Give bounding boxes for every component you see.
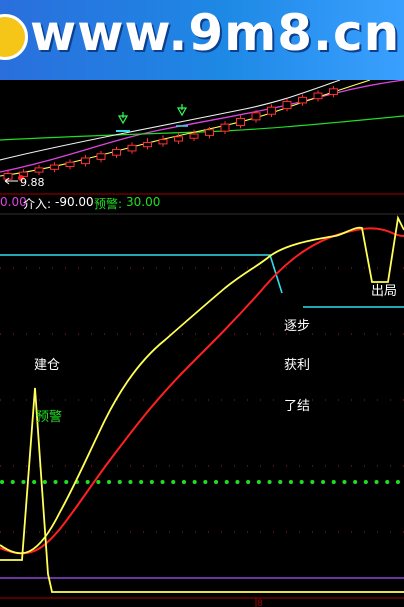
candle-body <box>81 157 90 165</box>
candle-body <box>189 133 199 139</box>
yellow-main-line <box>0 215 404 555</box>
annotation-build-position: 建仓 <box>34 358 61 373</box>
banner-url-text: www.9m8.cn <box>30 4 401 62</box>
candle-body <box>329 88 338 95</box>
candle-body <box>282 101 292 110</box>
entry-value: -90.00 <box>55 195 94 209</box>
candle-body <box>313 92 323 100</box>
stock-chart: 9.88 8 <box>0 80 404 607</box>
candle-body <box>158 139 168 145</box>
time-axis-label: 8 <box>257 599 263 607</box>
warn-label: 预警: <box>94 197 123 211</box>
buy-signal-arrow <box>116 112 130 132</box>
candle-body <box>251 112 261 121</box>
ma-white-line <box>0 80 341 161</box>
annotation-early-warning: 预警 <box>36 410 63 425</box>
annotation-step: 逐步 <box>284 319 311 334</box>
candle-body <box>267 106 276 115</box>
site-banner: www.9m8.cn <box>0 0 404 80</box>
candle-body <box>174 136 183 142</box>
candle-body <box>298 96 307 104</box>
candle-body <box>127 144 137 152</box>
candle-body <box>236 117 245 127</box>
low-price-label: 9.88 <box>20 176 45 189</box>
annotation-take-profit: 获利 <box>284 358 311 373</box>
annotation-exit: 出局 <box>371 284 398 299</box>
candlestick-series <box>3 86 338 182</box>
ma-green-line <box>0 115 404 141</box>
candle-body <box>96 153 106 160</box>
price-panel: 9.88 <box>0 80 404 195</box>
entry-label: 介入: <box>23 197 52 211</box>
red-main-line <box>0 227 404 555</box>
candle-body <box>220 123 230 132</box>
candle-body <box>34 167 44 173</box>
candle-body <box>112 149 121 156</box>
candle-body <box>65 161 75 167</box>
candle-body <box>50 164 59 170</box>
warn-value: 30.00 <box>126 195 161 209</box>
logo-badge <box>0 14 28 60</box>
candle-body <box>205 129 214 136</box>
candle-body <box>143 141 152 148</box>
ma-magenta-line <box>0 80 404 173</box>
cyan-upper-line <box>0 254 283 294</box>
annotation-close-out: 了结 <box>284 399 311 414</box>
